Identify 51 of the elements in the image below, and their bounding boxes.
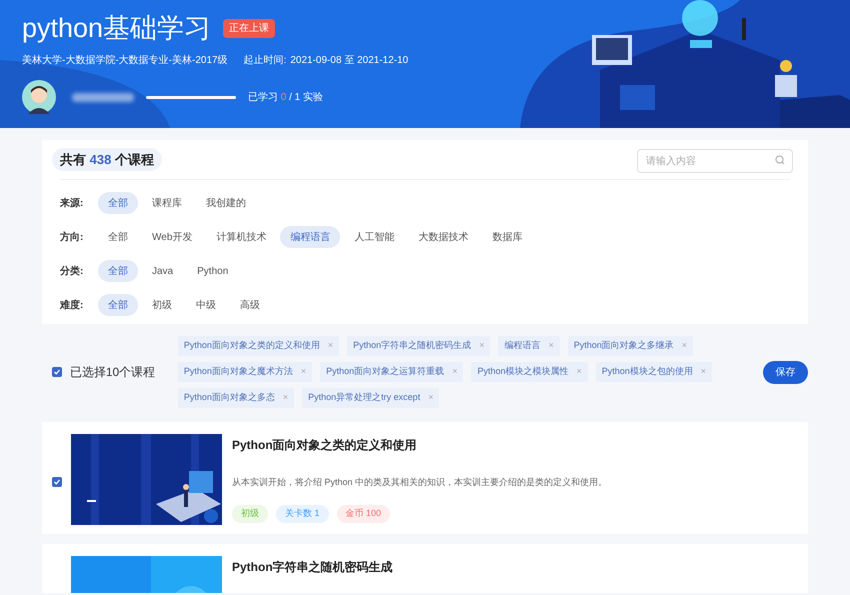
period-label: 起止时间: xyxy=(244,54,286,68)
select-all-checkbox[interactable] xyxy=(52,367,62,377)
class-info: 美林大学-大数据学院-大数据专业-美林-2017级 xyxy=(22,54,228,68)
tag-label: Python面向对象之类的定义和使用 xyxy=(184,339,320,352)
filter-option[interactable]: 编程语言 xyxy=(280,226,340,248)
filter-option[interactable]: 全部 xyxy=(98,294,138,316)
tag-label: Python面向对象之多态 xyxy=(184,391,275,404)
tag-label: Python面向对象之魔术方法 xyxy=(184,365,293,378)
blurred-name xyxy=(72,92,134,102)
course-title: python基础学习 xyxy=(22,12,212,45)
tag-label: Python异常处理之try except xyxy=(308,391,420,404)
filter-option[interactable]: 全部 xyxy=(98,260,138,282)
tag-label: Python模块之包的使用 xyxy=(602,365,693,378)
period-dates: 2021-09-08 至 2021-12-10 xyxy=(290,54,408,68)
filter-option[interactable]: Web开发 xyxy=(142,226,202,248)
course-count: 共有 438 个课程 xyxy=(52,148,162,172)
filter-option[interactable]: 数据库 xyxy=(482,226,532,248)
course-title[interactable]: Python面向对象之类的定义和使用 xyxy=(232,436,608,454)
status-badge: 正在上课 xyxy=(223,18,276,38)
filter-label: 来源: xyxy=(60,196,84,210)
filter-label: 分类: xyxy=(60,264,84,278)
tag-label: 编程语言 xyxy=(504,339,540,352)
filter-label: 方向: xyxy=(60,230,84,244)
tag-label: Python模块之模块属性 xyxy=(477,365,568,378)
course-title[interactable]: Python字符串之随机密码生成 xyxy=(232,558,393,576)
filter-option[interactable]: Java xyxy=(142,260,184,282)
save-button[interactable]: 保存 xyxy=(762,360,808,384)
course-tag: 关卡数 1 xyxy=(276,504,329,522)
tag-label: Python面向对象之运算符重载 xyxy=(326,365,444,378)
progress-text: 已学习 0 / 1 实验 xyxy=(248,90,324,104)
course-checkbox[interactable] xyxy=(52,477,62,487)
filter-option[interactable]: 全部 xyxy=(98,192,138,214)
filter-option[interactable]: 中级 xyxy=(186,294,226,316)
filter-option[interactable]: 课程库 xyxy=(142,192,192,214)
filter-option[interactable]: 计算机技术 xyxy=(206,226,276,248)
filter-option[interactable]: Python xyxy=(187,260,238,282)
course-tag: 初级 xyxy=(232,504,268,522)
filter-option[interactable]: 我创建的 xyxy=(196,192,256,214)
avatar-icon xyxy=(22,80,56,114)
filter-option[interactable]: 初级 xyxy=(142,294,182,316)
filter-option[interactable]: 全部 xyxy=(98,226,138,248)
course-description: 从本实训开始，将介绍 Python 中的类及其相关的知识，本实训主要介绍的是类的定义和使用。 xyxy=(232,476,608,489)
tag-label: Python面向对象之多继承 xyxy=(574,339,674,352)
filter-option[interactable]: 人工智能 xyxy=(344,226,404,248)
filter-label: 难度: xyxy=(60,298,84,312)
course-tag: 金币 100 xyxy=(336,504,390,522)
tag-label: Python字符串之随机密码生成 xyxy=(353,339,472,352)
selection-count: 已选择10个课程 xyxy=(70,364,156,381)
filter-option[interactable]: 高级 xyxy=(230,294,270,316)
filter-option[interactable]: 大数据技术 xyxy=(408,226,478,248)
search-field[interactable]: 请输入内容 xyxy=(637,149,793,173)
